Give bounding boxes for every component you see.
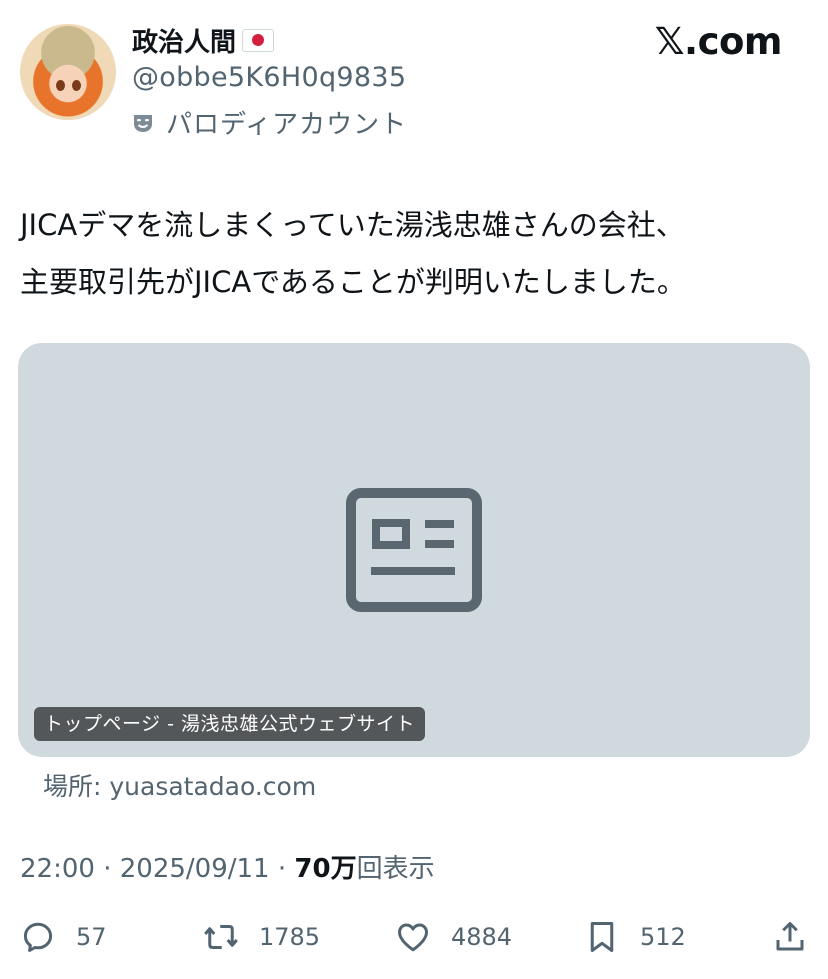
meta-separator: · <box>269 854 295 884</box>
share-icon <box>776 922 804 951</box>
repost-icon <box>204 925 238 949</box>
parody-label: パロディアカウント <box>166 110 408 140</box>
theater-mask-icon <box>134 114 152 132</box>
like-button[interactable]: 4884 <box>395 912 512 962</box>
bookmark-button[interactable]: 512 <box>584 912 686 962</box>
repost-count: 1785 <box>259 923 321 951</box>
repost-button[interactable]: 1785 <box>203 912 320 962</box>
japan-flag-icon <box>242 28 275 52</box>
avatar-eye <box>56 80 65 91</box>
tweet-text-line: 主要取引先がJICAであることが判明いたしました。 <box>20 265 686 299</box>
tweet-meta: 22:00 · 2025/09/11 · 70万 回表示 <box>20 848 435 885</box>
views-count: 70万 <box>294 854 357 884</box>
reply-icon <box>23 922 53 952</box>
article-icon <box>346 488 482 612</box>
parody-badge: パロディアカウント <box>132 104 407 141</box>
like-count: 4884 <box>451 923 513 951</box>
tweet-text: JICAデマを流しまくっていた湯浅忠雄さんの会社、 主要取引先がJICAであるこ… <box>20 197 810 311</box>
tweet-text-line: JICAデマを流しまくっていた湯浅忠雄さんの会社、 <box>20 208 685 242</box>
heart-icon <box>398 923 428 952</box>
avatar-eye <box>72 80 81 91</box>
reply-button[interactable]: 57 <box>20 912 107 962</box>
share-button[interactable] <box>772 912 808 962</box>
link-card[interactable]: トップページ - 湯浅忠雄公式ウェブサイト <box>18 343 810 757</box>
tweet-date[interactable]: 2025/09/11 <box>120 854 270 884</box>
action-bar: 57 1785 4884 512 <box>0 912 828 962</box>
author-handle[interactable]: @obbe5K6H0q9835 <box>132 62 406 93</box>
reply-count: 57 <box>76 923 107 951</box>
meta-separator: · <box>94 854 120 884</box>
link-card-source[interactable]: 場所: yuasatadao.com <box>43 767 316 803</box>
bookmark-icon <box>590 922 614 952</box>
author-display-name[interactable]: 政治人間 <box>132 22 236 59</box>
tweet-time[interactable]: 22:00 <box>20 854 95 884</box>
author-name-row: 政治人間 <box>132 20 275 60</box>
bookmark-count: 512 <box>640 923 686 951</box>
link-card-title: トップページ - 湯浅忠雄公式ウェブサイト <box>34 707 426 741</box>
x-logo: 𝕏.com <box>654 20 783 63</box>
avatar[interactable] <box>20 24 116 120</box>
views-label: 回表示 <box>356 854 435 884</box>
